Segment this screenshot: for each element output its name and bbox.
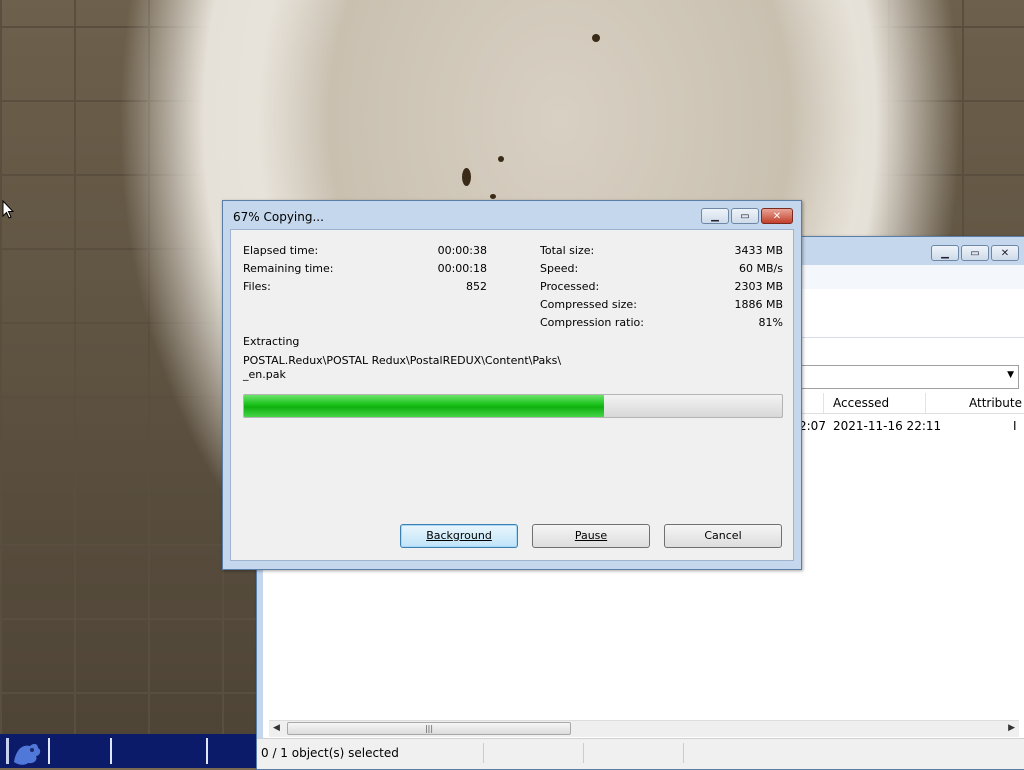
current-path-line2: _en.pak bbox=[243, 368, 286, 381]
compressed-size-label: Compressed size: bbox=[540, 298, 637, 311]
cancel-button[interactable]: Cancel bbox=[664, 524, 782, 548]
speed-value: 60 MB/s bbox=[739, 262, 783, 275]
scroll-left-icon[interactable]: ◀ bbox=[273, 723, 280, 733]
background-button-label: Background bbox=[426, 529, 492, 542]
compressed-size-value: 1886 MB bbox=[734, 298, 783, 311]
speed-label: Speed: bbox=[540, 262, 579, 275]
chevron-down-icon[interactable]: ▼ bbox=[1007, 370, 1014, 380]
minimize-icon[interactable]: ▁ bbox=[701, 208, 729, 224]
files-label: Files: bbox=[243, 280, 271, 293]
elapsed-time-value: 00:00:38 bbox=[437, 244, 487, 257]
current-path-line1: POSTAL.Redux\POSTAL Redux\PostalREDUX\Co… bbox=[243, 354, 562, 367]
processed-value: 2303 MB bbox=[734, 280, 783, 293]
wallpaper-speck bbox=[498, 156, 504, 162]
total-size-value: 3433 MB bbox=[734, 244, 783, 257]
files-value: 852 bbox=[466, 280, 487, 293]
dialog-client-area: Elapsed time: 00:00:38 Remaining time: 0… bbox=[230, 229, 794, 561]
wallpaper-speck bbox=[592, 34, 600, 42]
status-divider bbox=[683, 743, 684, 763]
processed-label: Processed: bbox=[540, 280, 600, 293]
horizontal-scrollbar[interactable]: ◀ ||| ▶ bbox=[269, 720, 1019, 737]
file-row-accessed[interactable]: 2021-11-16 22:11 bbox=[833, 419, 941, 433]
close-icon[interactable]: ✕ bbox=[991, 245, 1019, 261]
pause-button[interactable]: Pause bbox=[532, 524, 650, 548]
file-row-attribute[interactable]: I bbox=[1013, 419, 1017, 433]
status-divider bbox=[483, 743, 484, 763]
maximize-icon[interactable]: ▭ bbox=[731, 208, 759, 224]
taskbar bbox=[0, 734, 256, 768]
status-bar: 0 / 1 object(s) selected bbox=[257, 738, 1024, 769]
scroll-right-icon[interactable]: ▶ bbox=[1008, 723, 1015, 733]
background-button[interactable]: Background bbox=[400, 524, 518, 548]
file-row-modified[interactable]: 2:07 bbox=[799, 419, 826, 433]
mouse-cursor-icon bbox=[2, 200, 14, 219]
dialog-title: 67% Copying... bbox=[233, 210, 324, 224]
total-size-label: Total size: bbox=[540, 244, 595, 257]
maximize-icon[interactable]: ▭ bbox=[961, 245, 989, 261]
close-icon[interactable]: ✕ bbox=[761, 208, 793, 224]
pause-button-label: Pause bbox=[574, 529, 608, 542]
copy-progress-dialog[interactable]: 67% Copying... ▁ ▭ ✕ Elapsed time: 00:00… bbox=[222, 200, 802, 570]
status-selection-text: 0 / 1 object(s) selected bbox=[261, 746, 399, 760]
dialog-titlebar[interactable]: 67% Copying... ▁ ▭ ✕ bbox=[223, 201, 801, 229]
progress-bar-fill bbox=[244, 395, 605, 417]
column-separator[interactable] bbox=[925, 393, 926, 413]
cancel-button-label: Cancel bbox=[704, 529, 742, 542]
copy-progress-bar bbox=[243, 394, 783, 418]
wallpaper-speck bbox=[490, 194, 496, 199]
minimize-icon[interactable]: ▁ bbox=[931, 245, 959, 261]
taskbar-separator bbox=[48, 738, 50, 764]
remaining-time-value: 00:00:18 bbox=[437, 262, 487, 275]
elapsed-time-label: Elapsed time: bbox=[243, 244, 319, 257]
column-separator[interactable] bbox=[823, 393, 824, 413]
compression-ratio-label: Compression ratio: bbox=[540, 316, 644, 329]
status-divider bbox=[583, 743, 584, 763]
column-header-accessed[interactable]: Accessed bbox=[833, 396, 889, 410]
column-header-attribute[interactable]: Attribute bbox=[969, 396, 1022, 410]
compression-ratio-value: 81% bbox=[758, 316, 783, 329]
wallpaper-speck bbox=[462, 168, 471, 186]
taskbar-separator bbox=[110, 738, 112, 764]
start-button-icon[interactable] bbox=[4, 736, 44, 766]
taskbar-separator bbox=[206, 738, 208, 764]
remaining-time-label: Remaining time: bbox=[243, 262, 334, 275]
operation-label: Extracting bbox=[243, 335, 300, 348]
scrollbar-thumb[interactable]: ||| bbox=[287, 722, 571, 735]
